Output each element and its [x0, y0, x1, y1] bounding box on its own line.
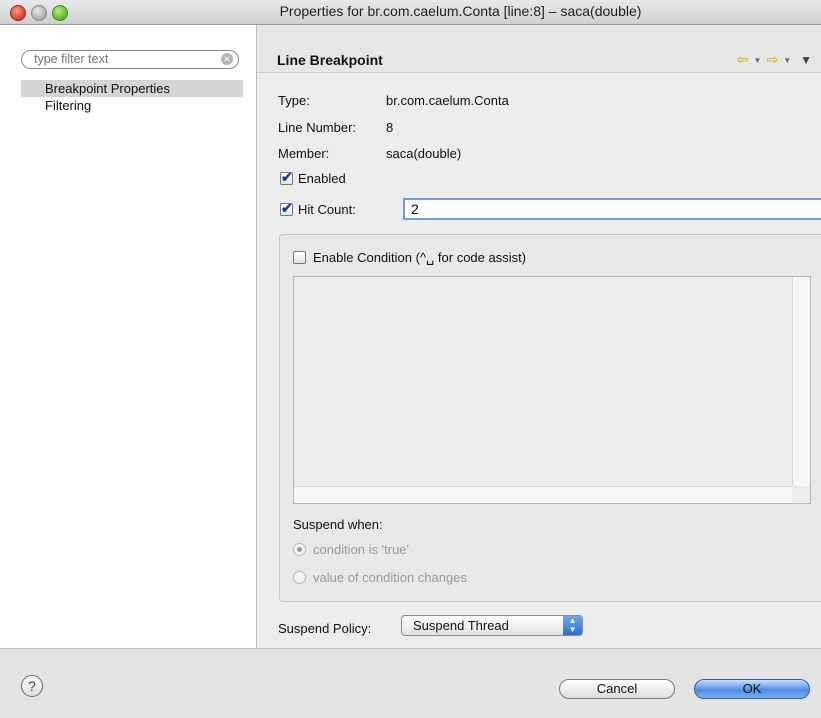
enable-condition-label: Enable Condition (^␣ for code assist) — [313, 250, 527, 265]
radio-condition-changes-label: value of condition changes — [313, 570, 467, 585]
page-navigation: ⇦ ▼ ⇨ ▼ ▼ — [737, 51, 813, 68]
radio-condition-changes[interactable] — [293, 571, 306, 584]
back-dropdown-icon[interactable]: ▼ — [754, 56, 763, 65]
title-bar[interactable]: Properties for br.com.caelum.Conta [line… — [0, 0, 821, 25]
page-header: Line Breakpoint ⇦ ▼ ⇨ ▼ ▼ — [257, 25, 821, 73]
view-menu-icon[interactable]: ▼ — [800, 53, 813, 67]
suspend-policy-value: Suspend Thread — [413, 618, 509, 633]
line-number-label: Line Number: — [278, 120, 357, 135]
suspend-when-label: Suspend when: — [293, 517, 383, 532]
line-number-value: 8 — [386, 120, 394, 135]
clear-filter-icon[interactable]: ✕ — [221, 53, 233, 65]
filter-input[interactable] — [34, 52, 214, 66]
properties-dialog: Properties for br.com.caelum.Conta [line… — [0, 0, 821, 718]
member-label: Member: — [278, 146, 330, 161]
filter-field[interactable]: ✕ — [21, 50, 239, 69]
cancel-button[interactable]: Cancel — [559, 679, 675, 699]
hit-count-checkbox[interactable] — [280, 200, 293, 217]
hit-count-input[interactable] — [403, 198, 821, 220]
enabled-checkbox[interactable] — [280, 169, 293, 186]
dialog-footer: ? Cancel OK — [0, 648, 821, 718]
condition-horizontal-scrollbar[interactable] — [294, 486, 792, 503]
help-icon[interactable]: ? — [21, 675, 43, 697]
sidebar-item-breakpoint-properties[interactable]: Breakpoint Properties — [21, 80, 243, 97]
back-arrow-icon[interactable]: ⇦ — [737, 51, 750, 67]
enable-condition-checkbox[interactable] — [293, 251, 306, 264]
window-title: Properties for br.com.caelum.Conta [line… — [279, 3, 642, 19]
hit-count-label: Hit Count: — [298, 202, 356, 217]
radio-condition-true-label: condition is 'true' — [313, 542, 410, 557]
condition-vertical-scrollbar[interactable] — [792, 277, 810, 486]
forward-arrow-icon[interactable]: ⇨ — [766, 51, 779, 67]
suspend-policy-label: Suspend Policy: — [278, 621, 372, 636]
select-stepper-icon: ▲ ▼ — [563, 616, 582, 635]
suspend-policy-select[interactable]: Suspend Thread ▲ ▼ — [401, 615, 583, 636]
condition-group: Enable Condition (^␣ for code assist) Su… — [279, 234, 821, 602]
forward-dropdown-icon[interactable]: ▼ — [783, 56, 792, 65]
member-value: saca(double) — [386, 146, 462, 161]
ok-button[interactable]: OK — [694, 679, 810, 699]
sidebar: ✕ Breakpoint Properties Filtering — [0, 25, 257, 648]
type-label: Type: — [278, 93, 310, 108]
radio-condition-true[interactable] — [293, 543, 306, 556]
enabled-label: Enabled — [298, 171, 346, 186]
type-value: br.com.caelum.Conta — [386, 93, 509, 108]
page-title: Line Breakpoint — [277, 52, 383, 68]
sidebar-item-filtering[interactable]: Filtering — [21, 97, 243, 114]
main-panel: Line Breakpoint ⇦ ▼ ⇨ ▼ ▼ Type: br.com.caelu… — [257, 25, 821, 648]
condition-editor[interactable] — [293, 276, 811, 504]
